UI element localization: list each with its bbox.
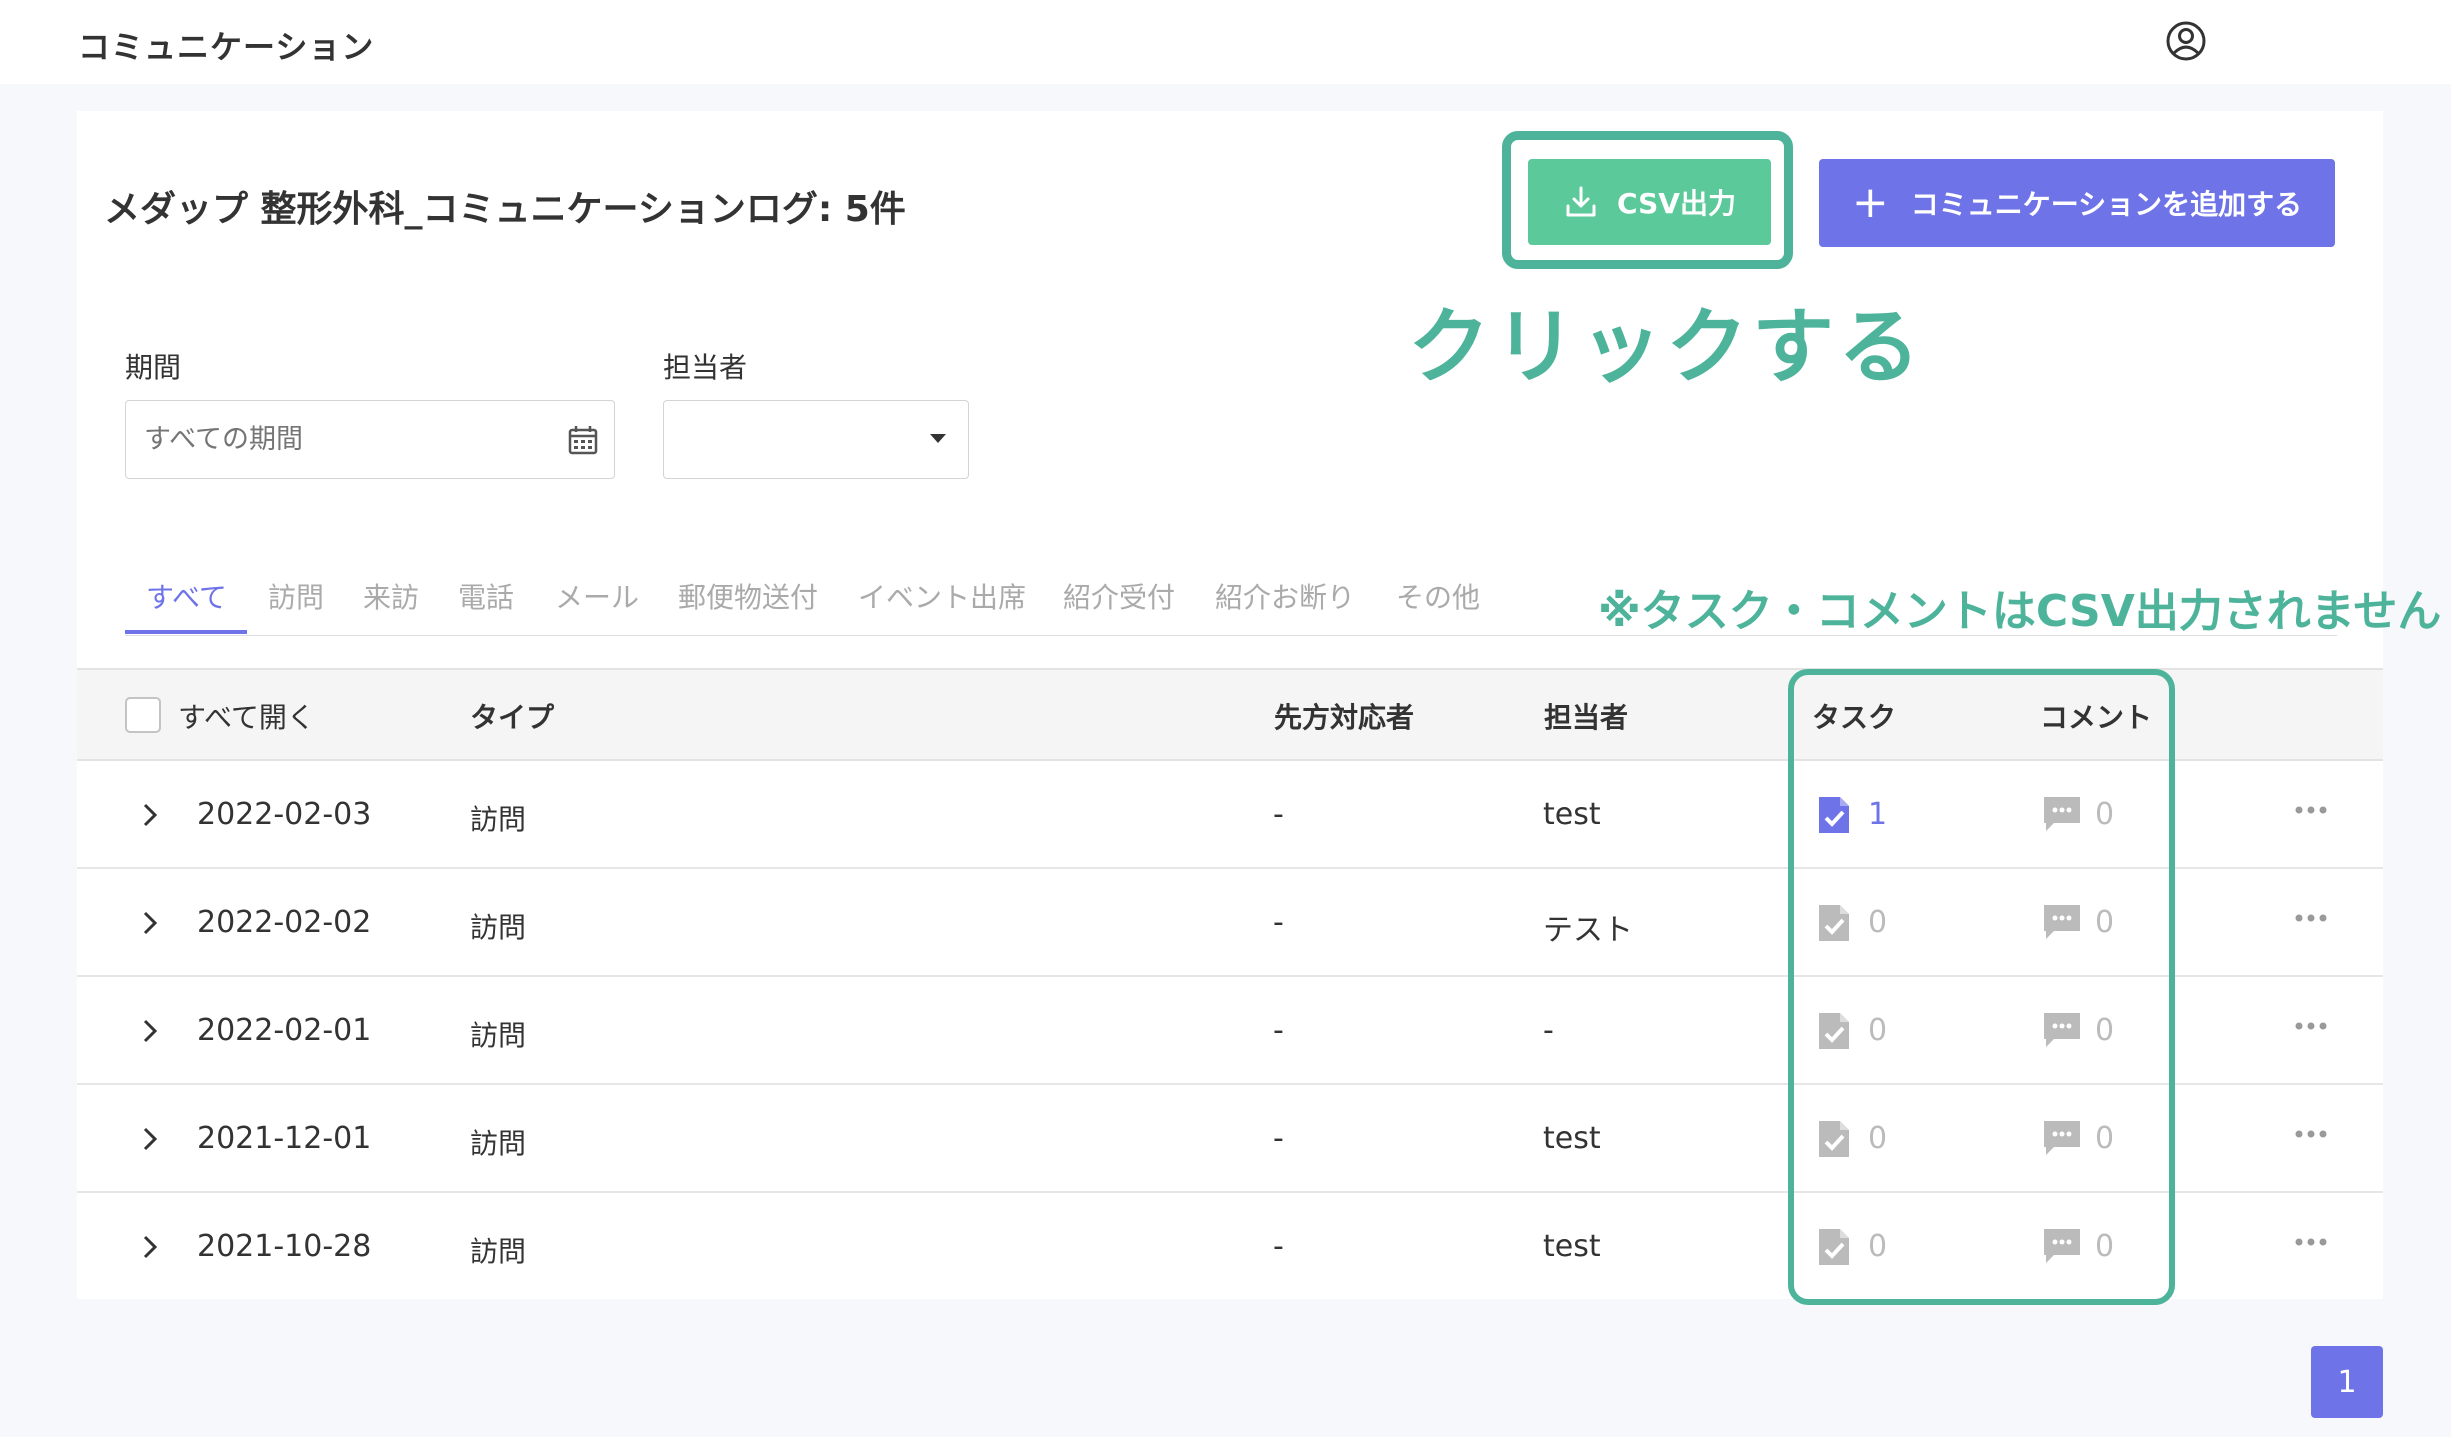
row-counterpart: - — [1273, 905, 1284, 940]
row-counterpart: - — [1273, 1121, 1284, 1156]
row-assignee: test — [1543, 1121, 1601, 1156]
period-date-input[interactable] — [125, 400, 615, 479]
more-options-icon[interactable] — [2294, 1129, 2328, 1139]
row-date: 2021-10-28 — [197, 1229, 372, 1264]
task-comment-highlight — [1788, 669, 2175, 1305]
row-type: 訪問 — [470, 911, 527, 944]
row-date: 2022-02-01 — [197, 1013, 372, 1048]
row-type: 訪問 — [470, 803, 527, 836]
assignee-select[interactable] — [663, 400, 969, 479]
tab-postal[interactable]: 郵便物送付 — [678, 576, 818, 616]
tab-mail[interactable]: メール — [555, 576, 639, 616]
app-title: コミュニケーション — [78, 28, 375, 66]
plus-icon: + — [1851, 177, 1889, 228]
row-assignee: test — [1543, 797, 1601, 832]
more-options-icon[interactable] — [2294, 1021, 2328, 1031]
row-type: 訪問 — [470, 1127, 527, 1160]
row-assignee: - — [1543, 1013, 1554, 1048]
expand-all-checkbox[interactable] — [125, 697, 161, 733]
more-options-icon[interactable] — [2294, 1237, 2328, 1247]
row-type: 訪問 — [470, 1235, 527, 1268]
row-type: 訪問 — [470, 1019, 527, 1052]
row-counterpart: - — [1273, 1013, 1284, 1048]
period-label: 期間 — [125, 351, 182, 384]
top-bar: コミュニケーション — [0, 0, 2451, 84]
chevron-right-icon[interactable] — [139, 910, 161, 936]
row-date: 2021-12-01 — [197, 1121, 372, 1156]
row-assignee: test — [1543, 1229, 1601, 1264]
tab-visit[interactable]: 訪問 — [268, 576, 324, 616]
annotation-click-here: クリックする — [1408, 300, 1925, 395]
tab-referral-received[interactable]: 紹介受付 — [1063, 576, 1175, 616]
tab-referral-declined[interactable]: 紹介お断り — [1215, 576, 1355, 616]
row-counterpart: - — [1273, 797, 1284, 832]
csv-export-label: CSV出力 — [1617, 187, 1736, 220]
row-date: 2022-02-03 — [197, 797, 372, 832]
header-counterpart: 先方対応者 — [1274, 701, 1415, 734]
calendar-icon[interactable] — [567, 424, 599, 456]
page-title: メダップ 整形外科_コミュニケーションログ: 5件 — [104, 189, 906, 230]
tab-come-visit[interactable]: 来訪 — [363, 576, 419, 616]
tab-event[interactable]: イベント出席 — [858, 576, 1026, 616]
annotation-note: ※タスク・コメントはCSV出力されません — [1598, 586, 2442, 637]
csv-export-button[interactable]: CSV出力 — [1528, 159, 1771, 245]
user-circle-icon[interactable] — [2164, 19, 2208, 63]
chevron-right-icon[interactable] — [139, 1018, 161, 1044]
more-options-icon[interactable] — [2294, 913, 2328, 923]
row-assignee: テスト — [1543, 913, 1633, 948]
header-assignee: 担当者 — [1544, 701, 1629, 734]
chevron-right-icon[interactable] — [139, 802, 161, 828]
more-options-icon[interactable] — [2294, 805, 2328, 815]
tab-all[interactable]: すべて — [146, 576, 227, 616]
tab-phone[interactable]: 電話 — [458, 576, 514, 616]
page-button-1[interactable]: 1 — [2311, 1346, 2383, 1418]
row-counterpart: - — [1273, 1229, 1284, 1264]
add-communication-button[interactable]: + コミュニケーションを追加する — [1819, 159, 2335, 247]
chevron-right-icon[interactable] — [139, 1126, 161, 1152]
header-type: タイプ — [470, 701, 555, 734]
tab-other[interactable]: その他 — [1396, 576, 1480, 616]
row-date: 2022-02-02 — [197, 905, 372, 940]
chevron-right-icon[interactable] — [139, 1234, 161, 1260]
assignee-label: 担当者 — [663, 351, 748, 384]
expand-all-label: すべて開く — [178, 701, 315, 734]
download-icon — [1566, 186, 1596, 217]
caret-down-icon — [930, 434, 946, 443]
add-communication-label: コミュニケーションを追加する — [1910, 188, 2303, 221]
active-tab-indicator — [125, 630, 247, 634]
